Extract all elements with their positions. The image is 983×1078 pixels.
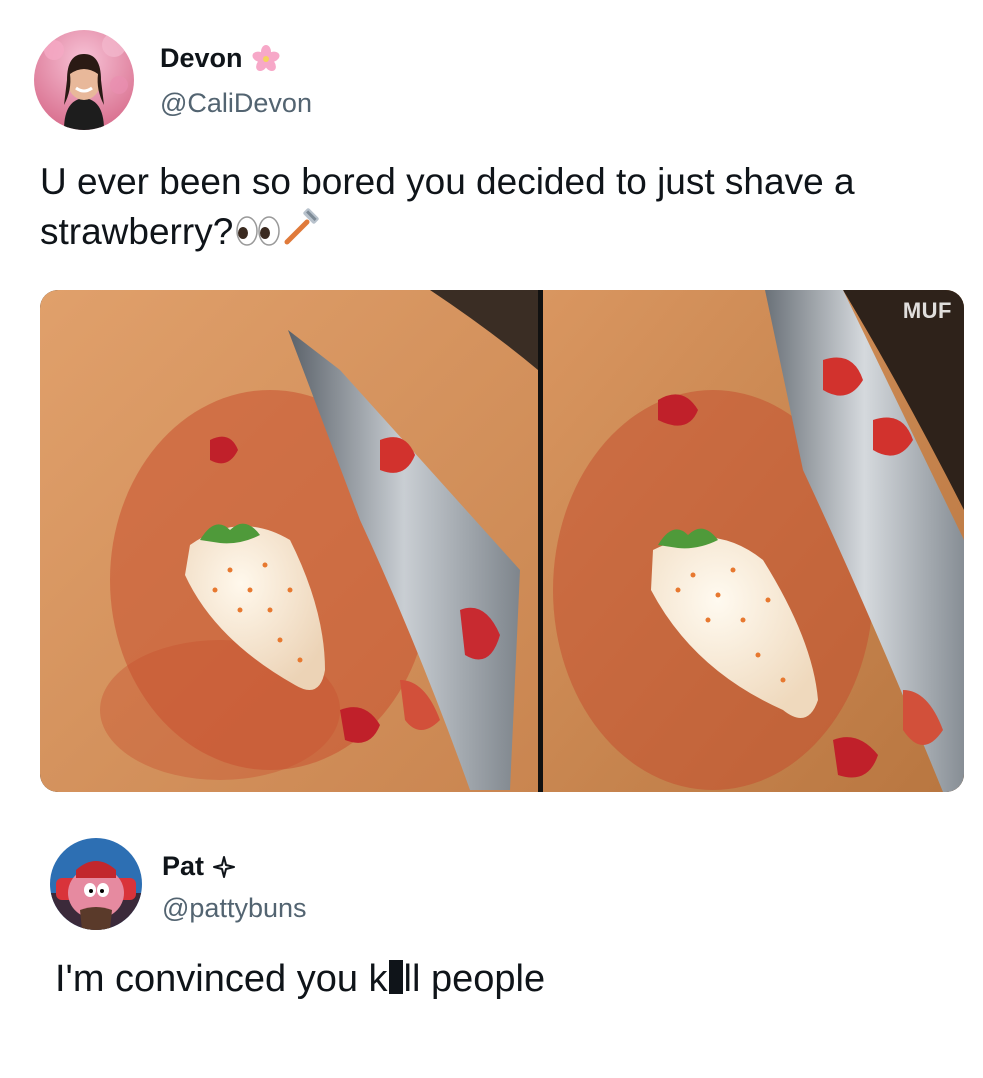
strawberry-photo-right[interactable] bbox=[543, 290, 964, 792]
avatar-image bbox=[34, 30, 134, 130]
reply-author-handle[interactable]: @pattybuns bbox=[162, 893, 307, 924]
media-watermark: MUF bbox=[902, 298, 952, 323]
sparkle-star-icon bbox=[213, 855, 236, 878]
strawberry-photo-left[interactable] bbox=[40, 290, 538, 792]
author-name-row: Devon bbox=[160, 43, 281, 74]
author-name[interactable]: Devon bbox=[160, 43, 243, 74]
reply-text-before: I'm convinced you k bbox=[55, 958, 388, 1000]
razor-icon bbox=[281, 208, 321, 261]
author-avatar[interactable] bbox=[34, 30, 134, 130]
avatar-image bbox=[50, 838, 142, 930]
reply-text-after: ll people bbox=[403, 958, 546, 1000]
tweet-text-body: U ever been so bored you decided to just… bbox=[40, 161, 855, 252]
censor-bar bbox=[388, 960, 403, 994]
eyes-icon bbox=[235, 211, 281, 261]
cherry-blossom-icon bbox=[252, 44, 280, 71]
reply-author-name-row: Pat bbox=[162, 851, 236, 882]
reply-author-avatar[interactable] bbox=[50, 838, 142, 930]
reply-text: I'm convinced you k ll people bbox=[55, 954, 545, 1004]
tweet-text: U ever been so bored you decided to just… bbox=[40, 157, 940, 261]
author-handle[interactable]: @CaliDevon bbox=[160, 88, 312, 119]
tweet-media[interactable]: MUF bbox=[40, 290, 964, 792]
reply-author-name[interactable]: Pat bbox=[162, 851, 204, 882]
